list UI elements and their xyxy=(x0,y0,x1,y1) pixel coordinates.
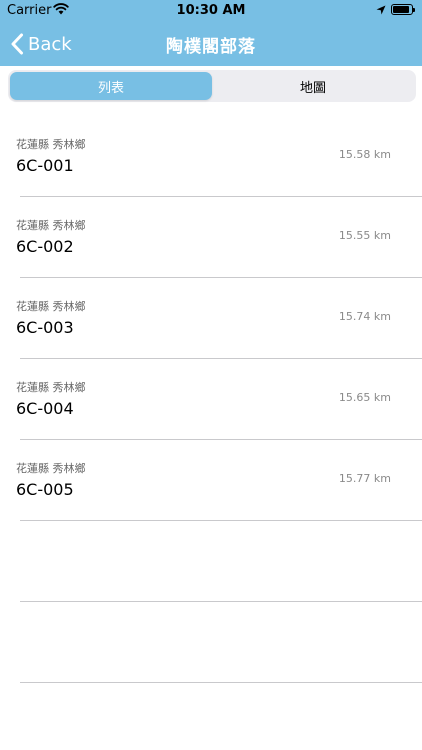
status-time: 10:30 AM xyxy=(176,3,246,18)
list-item-code: 6C-005 xyxy=(16,480,74,499)
list-item-distance: 15.74 km xyxy=(338,310,391,323)
list-item-region: 花蓮縣 秀林鄉 xyxy=(16,462,86,475)
list-item-distance: 15.58 km xyxy=(338,148,391,161)
list-item-code: 6C-001 xyxy=(16,156,74,175)
empty-row xyxy=(0,602,422,683)
battery-level-fill xyxy=(393,6,409,13)
view-segmented-control: 列表 地圖 xyxy=(8,70,416,102)
list-item-code: 6C-004 xyxy=(16,399,74,418)
navigation-bar: Back 陶樸閣部落 xyxy=(0,22,422,66)
list-item-region: 花蓮縣 秀林鄉 xyxy=(16,219,86,232)
segment-map[interactable]: 地圖 xyxy=(212,72,414,100)
location-list: 花蓮縣 秀林鄉 6C-001 15.58 km 花蓮縣 秀林鄉 6C-002 1… xyxy=(0,116,422,683)
list-item-region: 花蓮縣 秀林鄉 xyxy=(16,138,86,151)
segment-list[interactable]: 列表 xyxy=(10,72,212,100)
list-item[interactable]: 花蓮縣 秀林鄉 6C-002 15.55 km xyxy=(0,197,422,278)
list-item-distance: 15.65 km xyxy=(338,391,391,404)
battery-icon xyxy=(391,4,415,15)
list-item-distance: 15.77 km xyxy=(338,472,391,485)
list-item-region: 花蓮縣 秀林鄉 xyxy=(16,300,86,313)
list-item[interactable]: 花蓮縣 秀林鄉 6C-003 15.74 km xyxy=(0,278,422,359)
navigation-header: Carrier 10:30 AM Back 陶樸閣部落 xyxy=(0,0,422,66)
status-bar: Carrier 10:30 AM xyxy=(0,0,422,22)
empty-row xyxy=(0,521,422,602)
list-item[interactable]: 花蓮縣 秀林鄉 6C-004 15.65 km xyxy=(0,359,422,440)
list-item-region: 花蓮縣 秀林鄉 xyxy=(16,381,86,394)
location-arrow-icon xyxy=(376,4,386,19)
list-item-code: 6C-002 xyxy=(16,237,74,256)
row-separator xyxy=(20,682,422,683)
list-item-code: 6C-003 xyxy=(16,318,74,337)
list-item[interactable]: 花蓮縣 秀林鄉 6C-001 15.58 km xyxy=(0,116,422,197)
list-item[interactable]: 花蓮縣 秀林鄉 6C-005 15.77 km xyxy=(0,440,422,521)
list-item-distance: 15.55 km xyxy=(338,229,391,242)
page-title: 陶樸閣部落 xyxy=(166,37,256,57)
segment-container: 列表 地圖 xyxy=(0,66,422,106)
